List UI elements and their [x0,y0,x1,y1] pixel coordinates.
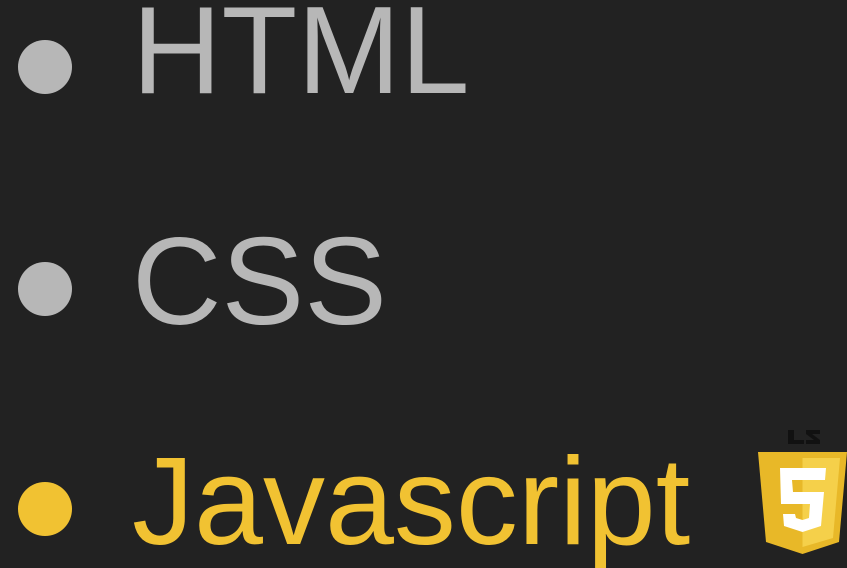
slide: HTML CSS Javascript [0,0,847,568]
bullet-dot [18,482,72,536]
list-item-html: HTML [0,0,847,120]
bullet-dot [18,262,72,316]
list-item-css: CSS [0,213,847,351]
list-item-javascript: Javascript [0,440,847,564]
list-item-label: Javascript [132,433,691,568]
list-item-label: CSS [132,213,387,351]
js-shield-icon [758,430,847,554]
bullet-dot [18,40,72,94]
list-item-label: HTML [132,0,470,120]
